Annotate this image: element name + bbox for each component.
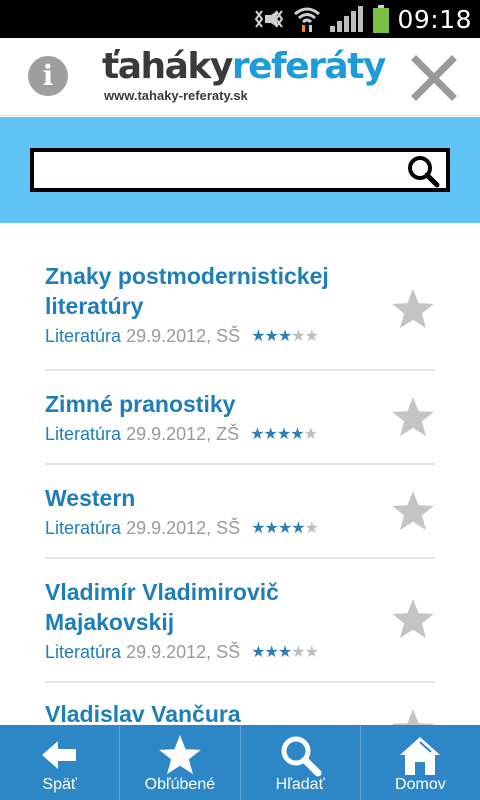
item-level: SŠ <box>216 642 241 662</box>
bottom-nav: Späť Obľúbené Hľadať Domov <box>0 725 480 800</box>
rating-stars: ★★★★★ <box>251 518 319 540</box>
rating-stars: ★★★★★ <box>250 424 318 446</box>
list-item[interactable]: Vladimír Vladimirovič Majakovskij Litera… <box>45 559 435 683</box>
rating-star-filled-icon: ★ <box>251 644 265 661</box>
list-item[interactable]: Zimné pranostiky Literatúra 29.9.2012, Z… <box>45 371 435 465</box>
item-category: Literatúra <box>45 642 122 662</box>
item-date: 29.9.2012, <box>126 642 212 662</box>
search-icon <box>281 736 322 777</box>
item-meta: Literatúra 29.9.2012, SŠ ★★★★★ <box>45 325 435 348</box>
favorite-star-icon[interactable] <box>391 707 435 725</box>
rating-star-filled-icon: ★ <box>264 644 279 661</box>
item-level: SŠ <box>216 326 241 346</box>
status-bar: 09:18 <box>0 0 480 38</box>
logo-text-dark: ťaháky <box>102 46 233 87</box>
item-level: SŠ <box>216 518 241 538</box>
list-item[interactable]: Znaky postmodernistickej literatúry Lite… <box>45 223 435 371</box>
rating-star-empty-icon: ★ <box>291 328 305 345</box>
search-icon[interactable] <box>406 154 440 188</box>
status-time: 09:18 <box>397 4 472 34</box>
rating-star-filled-icon: ★ <box>290 426 304 443</box>
favorite-star-icon[interactable] <box>391 395 435 439</box>
item-title[interactable]: Western <box>45 483 375 513</box>
item-category: Literatúra <box>45 326 122 346</box>
item-date: 29.9.2012, <box>126 518 212 538</box>
logo-text-blue: referáty <box>231 46 386 87</box>
mute-icon <box>255 10 284 28</box>
article-list: Znaky postmodernistickej literatúry Lite… <box>0 223 480 725</box>
item-date: 29.9.2012, <box>126 326 212 346</box>
item-meta: Literatúra 29.9.2012, ZŠ ★★★★★ <box>45 423 435 446</box>
logo: ťahákyreferáty www.tahaky-referaty.sk <box>102 46 392 108</box>
item-category: Literatúra <box>45 518 122 538</box>
item-category: Literatúra <box>45 424 122 444</box>
info-icon[interactable]: i <box>28 56 68 96</box>
rating-star-filled-icon: ★ <box>277 328 292 345</box>
back-arrow-icon <box>41 741 76 769</box>
item-level: ZŠ <box>216 424 240 444</box>
item-meta: Literatúra 29.9.2012, SŠ ★★★★★ <box>45 641 435 664</box>
item-title[interactable]: Znaky postmodernistickej literatúry <box>45 261 375 321</box>
status-icons: 09:18 <box>254 0 472 38</box>
item-title[interactable]: Zimné pranostiky <box>45 389 375 419</box>
nav-home-label: Domov <box>395 776 446 793</box>
rating-star-filled-icon: ★ <box>264 328 279 345</box>
rating-star-filled-icon: ★ <box>277 644 292 661</box>
app-header: i ťahákyreferáty www.tahaky-referaty.sk <box>0 38 480 116</box>
rating-star-filled-icon: ★ <box>263 426 278 443</box>
search-bar <box>0 117 480 223</box>
favorite-star-icon[interactable] <box>391 597 435 641</box>
nav-back-button[interactable]: Späť <box>0 725 121 800</box>
nav-favorites-label: Obľúbené <box>144 776 216 793</box>
rating-stars: ★★★★★ <box>251 642 319 664</box>
nav-back-label: Späť <box>42 776 77 793</box>
rating-star-empty-icon: ★ <box>304 328 319 345</box>
star-icon <box>159 735 201 775</box>
favorite-star-icon[interactable] <box>391 489 435 533</box>
signal-icon <box>330 6 365 32</box>
search-box <box>30 148 450 192</box>
favorite-star-icon[interactable] <box>391 287 435 331</box>
list-item[interactable]: Vladislav Vančura <box>45 683 435 725</box>
rating-star-filled-icon: ★ <box>276 426 291 443</box>
item-title[interactable]: Vladimír Vladimirovič Majakovskij <box>45 577 375 637</box>
rating-star-filled-icon: ★ <box>251 328 265 345</box>
nav-favorites-button[interactable]: Obľúbené <box>120 725 241 800</box>
list-item[interactable]: Western Literatúra 29.9.2012, SŠ ★★★★★ <box>45 465 435 559</box>
item-title[interactable]: Vladislav Vančura <box>45 699 375 725</box>
rating-star-filled-icon: ★ <box>250 426 264 443</box>
rating-star-empty-icon: ★ <box>291 644 305 661</box>
rating-star-filled-icon: ★ <box>277 520 292 537</box>
item-meta: Literatúra 29.9.2012, SŠ ★★★★★ <box>45 517 435 540</box>
wifi-icon <box>294 7 321 32</box>
nav-search-button[interactable]: Hľadať <box>241 725 361 800</box>
nav-home-button[interactable]: Domov <box>361 725 480 800</box>
search-input[interactable] <box>40 156 400 186</box>
home-icon <box>400 737 441 775</box>
logo-url: www.tahaky-referaty.sk <box>104 88 248 103</box>
battery-icon <box>373 5 390 33</box>
nav-search-label: Hľadať <box>275 776 325 793</box>
close-icon[interactable] <box>408 52 460 104</box>
rating-stars: ★★★★★ <box>251 326 319 348</box>
rating-star-empty-icon: ★ <box>303 426 318 443</box>
rating-star-filled-icon: ★ <box>251 520 265 537</box>
rating-star-filled-icon: ★ <box>291 520 305 537</box>
rating-star-empty-icon: ★ <box>304 520 319 537</box>
item-date: 29.9.2012, <box>126 424 212 444</box>
rating-star-empty-icon: ★ <box>304 644 319 661</box>
logo-text: ťahákyreferáty <box>102 46 392 88</box>
rating-star-filled-icon: ★ <box>264 520 279 537</box>
